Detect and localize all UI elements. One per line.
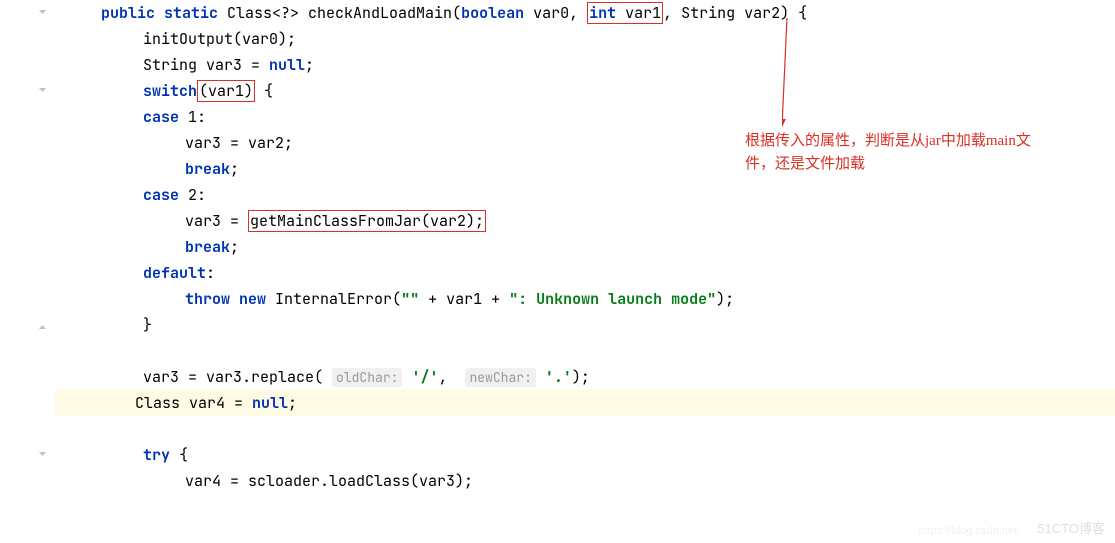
code-area[interactable]: public static Class<?> checkAndLoadMain(…	[55, 0, 1115, 543]
code-line: var4 = scloader.loadClass(var3);	[63, 468, 1115, 494]
code-line	[63, 338, 1115, 364]
fold-icon[interactable]	[37, 8, 47, 18]
code-line: String var3 = null;	[63, 52, 1115, 78]
code-line: var3 = getMainClassFromJar(var2);	[63, 208, 1115, 234]
code-line: case 1:	[63, 104, 1115, 130]
code-line: }	[63, 312, 1115, 338]
highlighted-line: Class var4 = null;	[55, 390, 1115, 416]
fold-icon[interactable]	[37, 86, 47, 96]
fold-icon[interactable]	[37, 320, 47, 330]
param-hint: oldChar:	[332, 368, 402, 387]
code-line	[63, 416, 1115, 442]
watermark: 51CTO博客	[1037, 518, 1105, 537]
red-box-switch: (var1)	[197, 80, 255, 102]
code-line: switch(var1) {	[63, 78, 1115, 104]
red-box-param: int var1	[587, 2, 663, 24]
annotation-text: 根据传入的属性，判断是从jar中加载main文 件，还是文件加载	[745, 130, 1055, 175]
code-line: case 2:	[63, 182, 1115, 208]
code-line: default:	[63, 260, 1115, 286]
fold-icon[interactable]	[37, 450, 47, 460]
code-line: throw new InternalError("" + var1 + ": U…	[63, 286, 1115, 312]
red-box-method: getMainClassFromJar(var2);	[248, 210, 486, 232]
code-line: public static Class<?> checkAndLoadMain(…	[63, 0, 1115, 26]
param-hint: newChar:	[465, 368, 535, 387]
gutter	[0, 0, 55, 543]
code-line: try {	[63, 442, 1115, 468]
code-line: initOutput(var0);	[63, 26, 1115, 52]
code-editor: public static Class<?> checkAndLoadMain(…	[0, 0, 1115, 543]
code-line: var3 = var3.replace( oldChar: '/', newCh…	[63, 364, 1115, 390]
watermark: https://blog.csdn.net/	[918, 525, 1020, 537]
code-line: break;	[63, 234, 1115, 260]
